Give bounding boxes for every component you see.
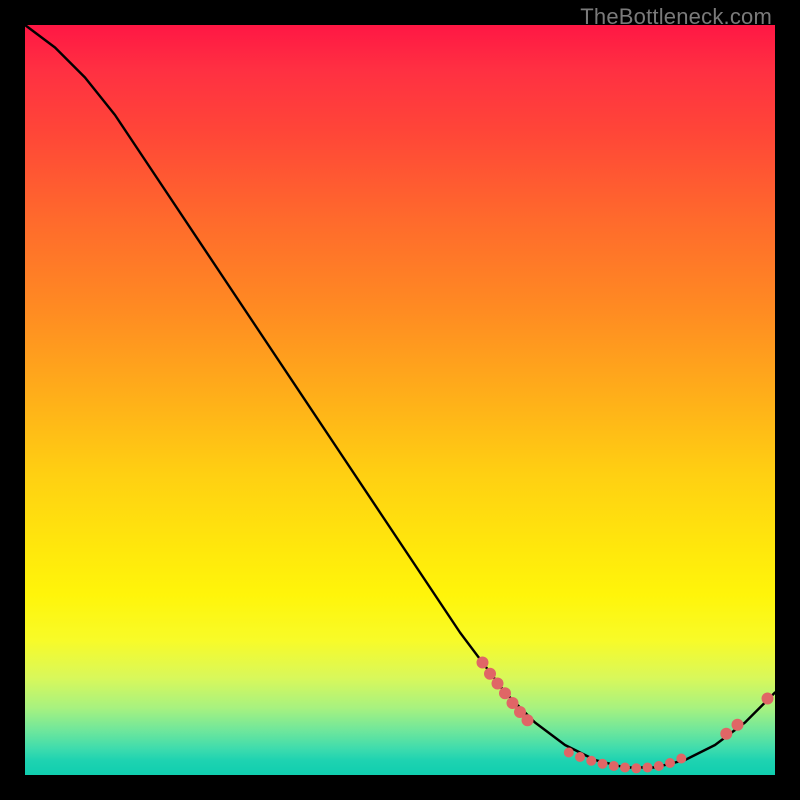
curve-line: [25, 25, 775, 768]
chart-root: TheBottleneck.com: [0, 0, 800, 800]
data-marker: [643, 763, 653, 773]
data-marker: [620, 763, 630, 773]
data-marker: [676, 754, 686, 764]
data-marker: [732, 719, 744, 731]
data-marker: [598, 759, 608, 769]
data-marker: [586, 756, 596, 766]
data-marker: [499, 687, 511, 699]
data-marker: [492, 678, 504, 690]
data-marker: [720, 728, 732, 740]
watermark-text: TheBottleneck.com: [580, 4, 772, 30]
data-marker: [654, 761, 664, 771]
marker-group: [477, 657, 774, 774]
data-marker: [522, 714, 534, 726]
data-marker: [575, 752, 585, 762]
data-marker: [609, 761, 619, 771]
plot-area: [25, 25, 775, 775]
data-marker: [665, 758, 675, 768]
data-marker: [477, 657, 489, 669]
data-marker: [631, 763, 641, 773]
data-marker: [762, 693, 774, 705]
data-marker: [484, 668, 496, 680]
data-marker: [564, 748, 574, 758]
chart-svg: [25, 25, 775, 775]
